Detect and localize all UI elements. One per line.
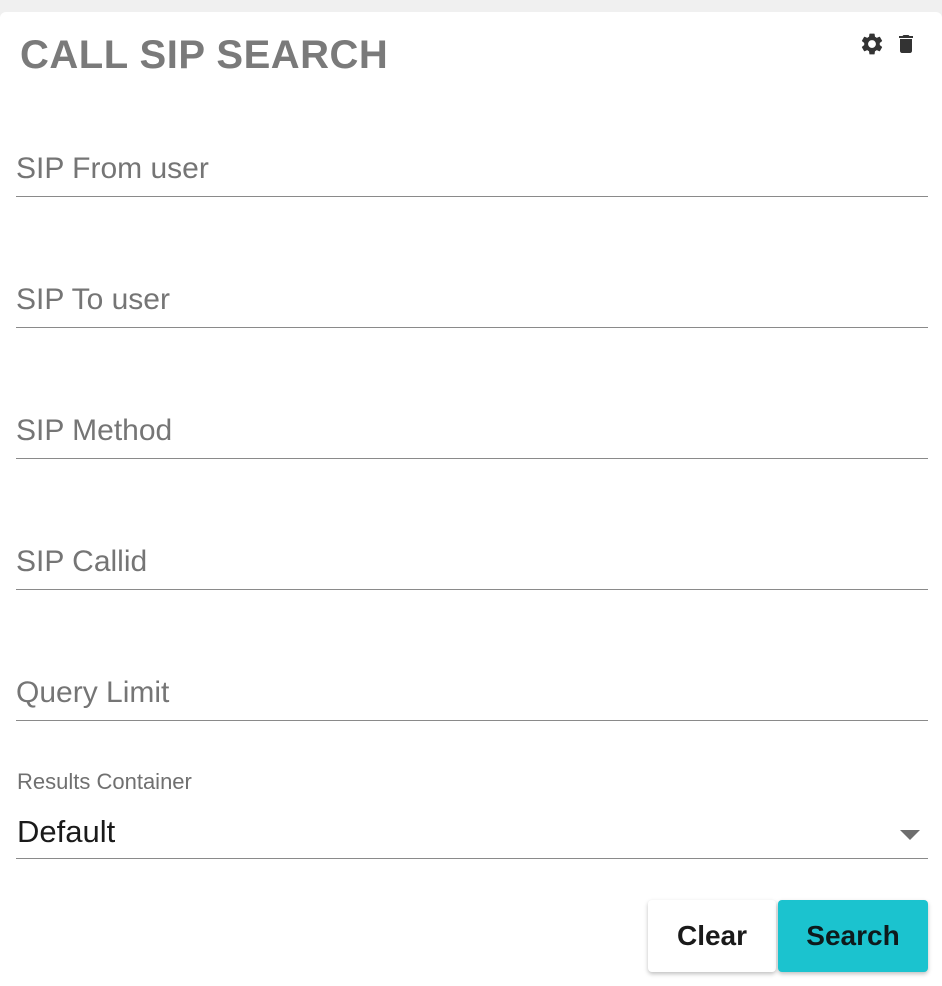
clear-button[interactable]: Clear [648, 900, 776, 972]
sip-callid-input[interactable] [16, 545, 928, 589]
sip-method-input[interactable] [16, 414, 928, 458]
dropdown-arrow-icon [900, 830, 920, 840]
sip-callid-field [16, 545, 928, 590]
sip-to-user-input[interactable] [16, 283, 928, 327]
trash-icon[interactable] [892, 30, 920, 58]
call-sip-search-widget: CALL SIP SEARCH Results Container Defaul… [0, 12, 942, 986]
results-container-label: Results Container [17, 769, 192, 794]
sip-to-user-field [16, 283, 928, 328]
widget-title: CALL SIP SEARCH [20, 33, 389, 77]
sip-method-field [16, 414, 928, 459]
results-container-select[interactable]: Default [16, 808, 928, 859]
query-limit-input[interactable] [16, 676, 928, 720]
search-button[interactable]: Search [778, 900, 928, 972]
widget-actions [858, 30, 920, 58]
sip-from-user-field [16, 152, 928, 197]
query-limit-field [16, 676, 928, 721]
sip-from-user-input[interactable] [16, 152, 928, 196]
gear-icon[interactable] [858, 30, 886, 58]
results-container-value: Default [17, 814, 116, 849]
